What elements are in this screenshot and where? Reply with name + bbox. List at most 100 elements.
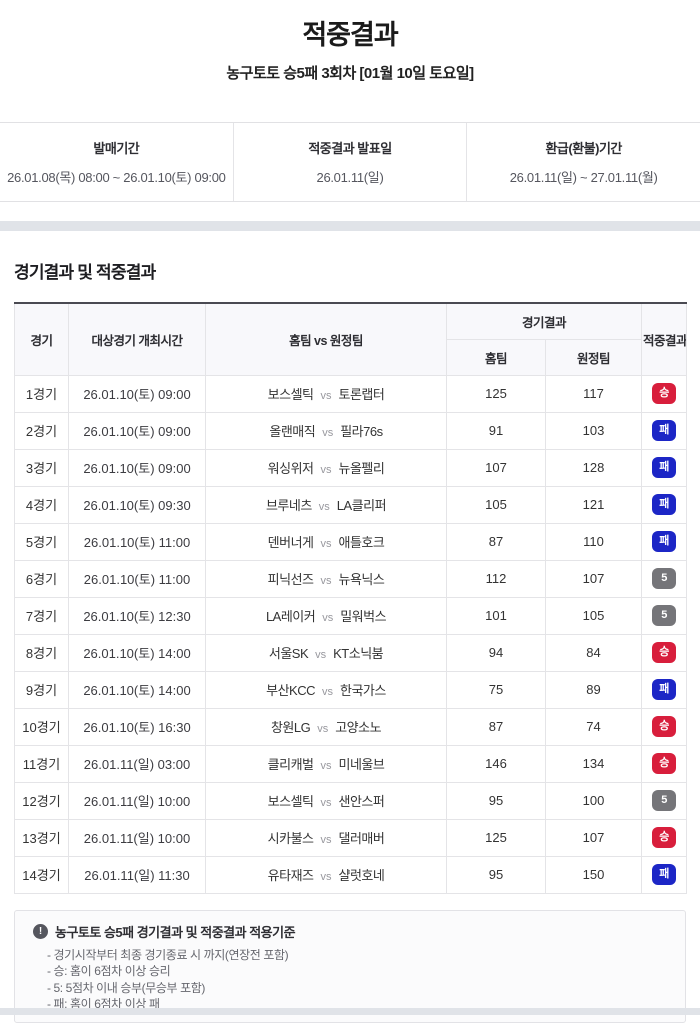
vs-label: vs [321, 390, 332, 402]
game-time: 26.01.10(토) 09:00 [69, 375, 206, 412]
home-team-name: 브루네츠 [266, 498, 312, 513]
away-score: 107 [546, 819, 642, 856]
home-score: 125 [447, 819, 546, 856]
home-team-name: 시카불스 [268, 831, 314, 846]
game-time: 26.01.10(토) 09:00 [69, 449, 206, 486]
away-team-name: 샬럿호네 [339, 868, 385, 883]
hit-cell: 패 [642, 671, 687, 708]
game-number: 6경기 [15, 560, 69, 597]
table-row: 5경기 26.01.10(토) 11:00 덴버너게vs애틀호크 87 110 … [15, 523, 687, 560]
hit-cell: 승 [642, 819, 687, 856]
vs-label: vs [321, 871, 332, 883]
note-line: - 승: 홈이 6점차 이상 승리 [47, 963, 667, 980]
home-score: 112 [447, 560, 546, 597]
info-label: 발매기간 [4, 138, 229, 157]
hit-cell: 패 [642, 856, 687, 893]
result-badge: 5 [652, 568, 676, 589]
home-score: 91 [447, 412, 546, 449]
vs-label: vs [322, 612, 333, 624]
result-badge: 패 [652, 494, 676, 515]
game-time: 26.01.10(토) 12:30 [69, 597, 206, 634]
away-team-name: 고양소노 [335, 720, 381, 735]
table-row: 1경기 26.01.10(토) 09:00 보스셀틱vs토론랩터 125 117… [15, 375, 687, 412]
home-score: 107 [447, 449, 546, 486]
home-team-name: 유타재즈 [268, 868, 314, 883]
result-badge: 패 [652, 457, 676, 478]
result-badge: 승 [652, 827, 676, 848]
game-time: 26.01.10(토) 14:00 [69, 671, 206, 708]
vs-label: vs [321, 760, 332, 772]
home-team-name: 클리캐벌 [268, 757, 314, 772]
col-header-time: 대상경기 개최시간 [69, 303, 206, 375]
away-team-name: LA클리퍼 [337, 498, 386, 513]
matchup: 덴버너게vs애틀호크 [206, 523, 447, 560]
table-row: 14경기 26.01.11(일) 11:30 유타재즈vs샬럿호네 95 150… [15, 856, 687, 893]
home-team-name: 올랜매직 [269, 424, 315, 439]
vs-label: vs [321, 464, 332, 476]
home-score: 101 [447, 597, 546, 634]
table-row: 6경기 26.01.10(토) 11:00 피닉선즈vs뉴욕닉스 112 107… [15, 560, 687, 597]
vs-label: vs [322, 427, 333, 439]
table-row: 7경기 26.01.10(토) 12:30 LA레이커vs밀워벅스 101 10… [15, 597, 687, 634]
col-header-away: 원정팀 [546, 339, 642, 375]
game-number: 13경기 [15, 819, 69, 856]
info-label: 적중결과 발표일 [238, 138, 463, 157]
page: { "page": { "title": "적중결과", "subtitle":… [0, 13, 700, 1015]
table-row: 3경기 26.01.10(토) 09:00 워싱위저vs뉴올펠리 107 128… [15, 449, 687, 486]
away-team-name: 토론랩터 [339, 387, 385, 402]
vs-label: vs [315, 649, 326, 661]
game-number: 11경기 [15, 745, 69, 782]
result-badge: 승 [652, 383, 676, 404]
game-number: 2경기 [15, 412, 69, 449]
result-badge: 5 [652, 605, 676, 626]
note-line: - 경기시작부터 최종 경기종료 시 까지(연장전 포함) [47, 947, 667, 964]
result-table: 경기 대상경기 개최시간 홈팀 vs 원정팀 경기결과 적중결과 홈팀 원정팀 … [14, 302, 687, 894]
away-score: 121 [546, 486, 642, 523]
result-badge: 패 [652, 531, 676, 552]
hit-cell: 패 [642, 449, 687, 486]
section-divider-band [0, 221, 700, 231]
note-head: ! 농구토토 승5패 경기결과 및 적중결과 적용기준 [33, 922, 667, 941]
game-time: 26.01.11(일) 03:00 [69, 745, 206, 782]
away-score: 134 [546, 745, 642, 782]
hit-cell: 승 [642, 634, 687, 671]
home-score: 94 [447, 634, 546, 671]
col-header-hit: 적중결과 [642, 303, 687, 375]
game-time: 26.01.10(토) 14:00 [69, 634, 206, 671]
away-team-name: 미네울브 [339, 757, 385, 772]
away-team-name: 뉴욕닉스 [339, 572, 385, 587]
result-badge: 패 [652, 679, 676, 700]
result-table-wrap: 경기 대상경기 개최시간 홈팀 vs 원정팀 경기결과 적중결과 홈팀 원정팀 … [14, 302, 686, 894]
away-score: 107 [546, 560, 642, 597]
away-team-name: 필라76s [340, 424, 382, 439]
matchup: 워싱위저vs뉴올펠리 [206, 449, 447, 486]
away-score: 74 [546, 708, 642, 745]
page-subtitle: 농구토토 승5패 3회차 [01월 10일 토요일] [0, 62, 700, 83]
game-time: 26.01.10(토) 11:00 [69, 560, 206, 597]
note-line: - 5: 5점차 이내 승부(무승부 포함) [47, 980, 667, 997]
vs-label: vs [322, 686, 333, 698]
home-score: 95 [447, 782, 546, 819]
matchup: LA레이커vs밀워벅스 [206, 597, 447, 634]
away-score: 117 [546, 375, 642, 412]
game-number: 8경기 [15, 634, 69, 671]
away-team-name: 한국가스 [340, 683, 386, 698]
game-time: 26.01.10(토) 11:00 [69, 523, 206, 560]
away-team-name: KT소닉붐 [333, 646, 383, 661]
hit-cell: 패 [642, 486, 687, 523]
away-score: 110 [546, 523, 642, 560]
result-table-head: 경기 대상경기 개최시간 홈팀 vs 원정팀 경기결과 적중결과 홈팀 원정팀 [15, 303, 687, 375]
game-number: 14경기 [15, 856, 69, 893]
info-value: 26.01.11(일) [238, 167, 463, 186]
table-row: 11경기 26.01.11(일) 03:00 클리캐벌vs미네울브 146 13… [15, 745, 687, 782]
game-time: 26.01.10(토) 09:30 [69, 486, 206, 523]
game-time: 26.01.11(일) 10:00 [69, 819, 206, 856]
result-badge: 패 [652, 864, 676, 885]
table-row: 12경기 26.01.11(일) 10:00 보스셀틱vs샌안스퍼 95 100… [15, 782, 687, 819]
col-header-teams: 홈팀 vs 원정팀 [206, 303, 447, 375]
game-number: 3경기 [15, 449, 69, 486]
result-table-body: 1경기 26.01.10(토) 09:00 보스셀틱vs토론랩터 125 117… [15, 375, 687, 893]
home-score: 125 [447, 375, 546, 412]
table-row: 4경기 26.01.10(토) 09:30 브루네츠vsLA클리퍼 105 12… [15, 486, 687, 523]
matchup: 피닉선즈vs뉴욕닉스 [206, 560, 447, 597]
